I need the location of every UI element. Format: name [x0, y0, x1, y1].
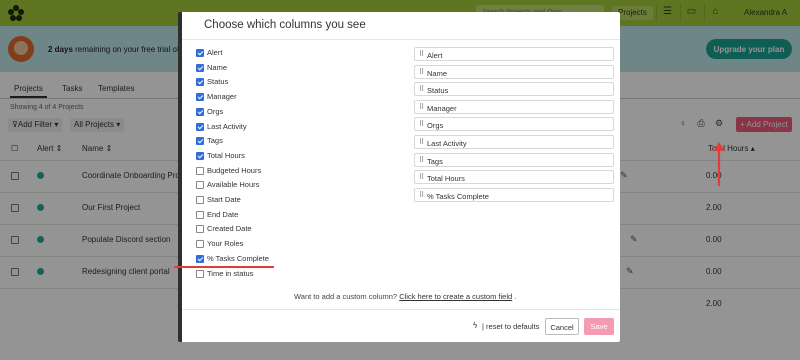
- selected-column-name[interactable]: ⠿ Name: [414, 64, 614, 79]
- drag-handle-icon[interactable]: ⠿: [419, 50, 424, 58]
- custom-column-prompt: Want to add a custom column? Click here …: [294, 292, 517, 301]
- save-button[interactable]: Save: [584, 318, 614, 335]
- column-chooser-dialog: Choose which columns you see Alert Name …: [178, 12, 620, 342]
- checkbox[interactable]: [196, 151, 204, 160]
- selected-column-alert[interactable]: ⠿ Alert: [414, 47, 614, 61]
- checkbox[interactable]: [196, 63, 204, 72]
- checkbox[interactable]: [196, 210, 204, 219]
- drag-handle-icon[interactable]: ⠿: [419, 138, 424, 146]
- drag-handle-icon[interactable]: ⠿: [419, 120, 424, 128]
- divider: [182, 309, 620, 310]
- selected-column-last-activity[interactable]: ⠿ Last Activity: [414, 135, 614, 149]
- drag-handle-icon[interactable]: ⠿: [419, 68, 424, 76]
- drag-handle-icon[interactable]: ⠿: [419, 191, 424, 199]
- create-custom-field-link[interactable]: Click here to create a custom field: [399, 292, 512, 301]
- checkbox[interactable]: [196, 196, 204, 204]
- dialog-title: Choose which columns you see: [204, 19, 366, 31]
- reset-to-defaults-link[interactable]: | reset to defaults: [482, 322, 539, 331]
- annotation-underline: [174, 266, 274, 268]
- lightning-icon: ϟ: [473, 321, 478, 330]
- checkbox[interactable]: [196, 181, 204, 190]
- checkbox[interactable]: [196, 78, 204, 87]
- drag-handle-icon[interactable]: ⠿: [419, 85, 424, 93]
- cancel-button[interactable]: Cancel: [545, 318, 579, 335]
- checkbox[interactable]: [196, 122, 204, 131]
- checkbox[interactable]: [196, 166, 204, 175]
- selected-column-tags[interactable]: ⠿ Tags: [414, 152, 614, 167]
- checkbox[interactable]: [196, 93, 204, 102]
- selected-column-status[interactable]: ⠿ Status: [414, 82, 614, 97]
- divider: [182, 39, 620, 40]
- selected-column-manager[interactable]: ⠿ Manager: [414, 99, 614, 114]
- annotation-arrow: [713, 142, 725, 186]
- selected-column-total-hours[interactable]: ⠿ Total Hours: [414, 170, 614, 185]
- checkbox[interactable]: [196, 49, 204, 57]
- checkbox[interactable]: [196, 240, 204, 249]
- checkbox[interactable]: [196, 107, 204, 116]
- selected-column-tasks-complete[interactable]: ⠿% Tasks Complete: [414, 187, 614, 202]
- drag-handle-icon[interactable]: ⠿: [419, 156, 424, 164]
- selected-column-orgs[interactable]: ⠿ Orgs: [414, 117, 614, 132]
- checkbox[interactable]: [196, 254, 204, 263]
- drag-handle-icon[interactable]: ⠿: [419, 103, 424, 111]
- checkbox[interactable]: [196, 137, 204, 146]
- checkbox[interactable]: [196, 225, 204, 234]
- drag-handle-icon[interactable]: ⠿: [419, 173, 424, 181]
- checkbox[interactable]: [196, 269, 204, 278]
